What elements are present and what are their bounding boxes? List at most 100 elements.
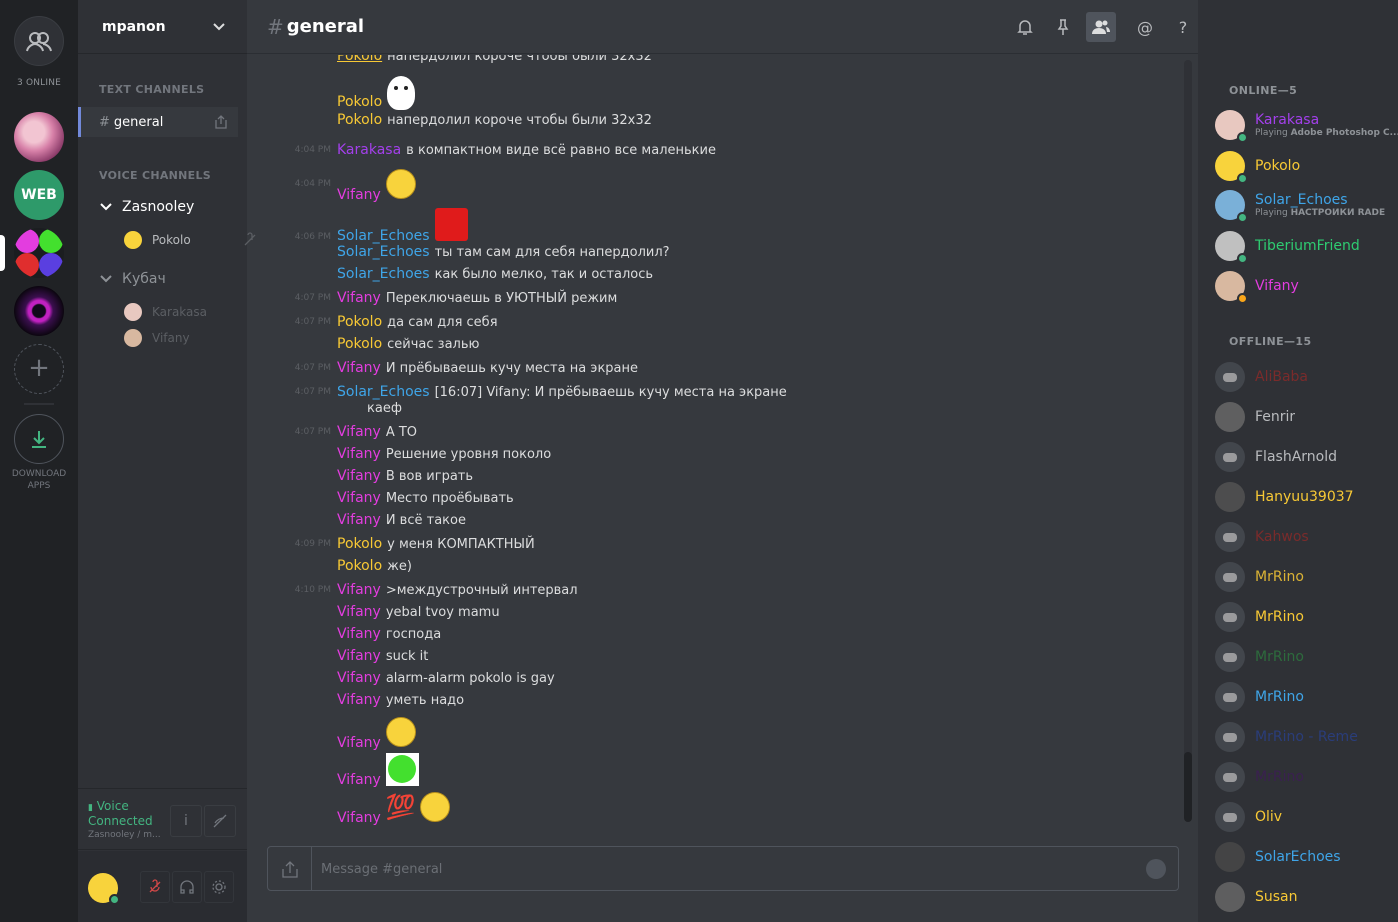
member-list-toggle[interactable] [1086, 12, 1116, 42]
message-author[interactable]: Vifany [337, 424, 381, 440]
message-author[interactable]: Vifany [337, 290, 381, 306]
deafen-button[interactable] [172, 871, 202, 903]
message-author[interactable]: Vifany [337, 648, 381, 664]
settings-button[interactable] [204, 871, 234, 903]
message-row[interactable]: 4:09 PM Pokolo у меня КОМПАКТНЫЙ [247, 536, 535, 552]
voice-channels-category[interactable]: VOICE CHANNELS [99, 169, 211, 182]
voice-user-karakasa[interactable]: Karakasa [124, 303, 207, 321]
message-row[interactable]: 4:06 PM Solar_Echoes [247, 206, 468, 244]
download-apps-button[interactable] [14, 414, 64, 464]
message-row[interactable]: Vifany [247, 715, 416, 751]
member-offline[interactable]: SolarEchoes [1215, 842, 1395, 872]
member-offline[interactable]: MrRino [1215, 682, 1395, 712]
message-row[interactable]: 4:10 PM Vifany >междустрочный интервал [247, 582, 578, 598]
add-server-button[interactable]: + [14, 344, 64, 394]
member-offline[interactable]: Fenrir [1215, 402, 1395, 432]
emoji-picker-icon[interactable] [1146, 859, 1166, 879]
member-offline[interactable]: FlashArnold [1215, 442, 1395, 472]
message-row[interactable]: 4:04 PM Vifany [247, 167, 416, 203]
message-author[interactable]: Pokolo [337, 558, 382, 574]
server-icon-smileys[interactable] [14, 228, 64, 278]
message-author[interactable]: Vifany [337, 468, 381, 484]
message-row[interactable]: Solar_Echoes ты там сам для себя напердо… [247, 244, 670, 260]
voice-channel-kubach[interactable]: Кубач [100, 271, 166, 287]
pinned-messages-button[interactable] [1048, 12, 1078, 42]
message-row[interactable]: Pokolo напердолил короче чтобы были 32x3… [247, 55, 652, 64]
message-author[interactable]: Solar_Echoes [337, 244, 430, 260]
member-offline[interactable]: Susan [1215, 882, 1395, 912]
message-row[interactable]: Vifany 💯 [247, 790, 450, 825]
message-row[interactable]: Vifany уметь надо [247, 692, 464, 708]
message-author[interactable]: Vifany [337, 582, 381, 598]
message-author[interactable]: Vifany [337, 360, 381, 376]
message-author[interactable]: Pokolo [337, 94, 382, 110]
member-offline[interactable]: MrRino [1215, 562, 1395, 592]
message-author[interactable]: Vifany [337, 670, 381, 686]
voice-user-pokolo[interactable]: Pokolo [124, 231, 256, 249]
guild-header[interactable]: mpanon [78, 0, 247, 54]
message-row[interactable]: Vifany В вов играть [247, 468, 473, 484]
text-channels-category[interactable]: TEXT CHANNELS [99, 83, 204, 96]
message-author[interactable]: Solar_Echoes [337, 228, 430, 244]
message-row[interactable]: Vifany alarm-alarm pokolo is gay [247, 670, 555, 686]
message-row[interactable]: 4:07 PM Vifany А ТО [247, 424, 417, 440]
message-row[interactable]: Vifany [247, 752, 419, 788]
message-row[interactable]: 4:07 PM Pokolo да сам для себя [247, 314, 498, 330]
message-row[interactable]: Vifany yebal tvoy mamu [247, 604, 500, 620]
message-author[interactable]: Vifany [337, 735, 381, 751]
message-author[interactable]: Pokolo [337, 536, 382, 552]
message-author[interactable]: Vifany [337, 512, 381, 528]
member-solar-echoes[interactable]: Solar_Echoes Playing НАСТРОЙКИ RADE [1215, 190, 1395, 223]
message-row[interactable]: Pokolo напердолил короче чтобы были 32x3… [247, 112, 652, 128]
message-author[interactable]: Solar_Echoes [337, 266, 430, 282]
message-row[interactable]: 4:07 PM Vifany И прёбываешь кучу места н… [247, 360, 638, 376]
message-author[interactable]: Pokolo [337, 314, 382, 330]
message-author[interactable]: Pokolo [337, 55, 382, 64]
scrollbar-track[interactable] [1184, 60, 1192, 820]
server-icon-web[interactable]: WEB [14, 170, 64, 220]
message-row[interactable]: Pokolo [247, 74, 416, 110]
message-author[interactable]: Vifany [337, 187, 381, 203]
member-offline[interactable]: MrRino [1215, 762, 1395, 792]
message-row[interactable]: Pokolo же) [247, 558, 412, 574]
upload-button[interactable] [268, 847, 312, 890]
message-row[interactable]: Solar_Echoes как было мелко, так и остал… [247, 266, 653, 282]
server-icon-vortex[interactable] [14, 286, 64, 336]
message-row[interactable]: Pokolo сейчас залью [247, 336, 479, 352]
invite-icon[interactable] [214, 115, 228, 129]
message-author[interactable]: Vifany [337, 692, 381, 708]
message-author[interactable]: Karakasa [337, 142, 401, 158]
member-offline[interactable]: Kahwos [1215, 522, 1395, 552]
member-vifany[interactable]: Vifany [1215, 271, 1395, 304]
message-row[interactable]: Vifany И всё такое [247, 512, 466, 528]
voice-channel-zasnooley[interactable]: Zasnooley [100, 199, 194, 215]
member-offline[interactable]: Oliv [1215, 802, 1395, 832]
message-author[interactable]: Vifany [337, 604, 381, 620]
message-author[interactable]: Vifany [337, 626, 381, 642]
member-karakasa[interactable]: Karakasa Playing Adobe Photoshop C... [1215, 110, 1398, 143]
member-tiberiumfriend[interactable]: TiberiumFriend [1215, 231, 1395, 264]
friends-home-button[interactable] [14, 16, 64, 66]
member-offline[interactable]: AliBaba [1215, 362, 1395, 392]
scrollbar-thumb[interactable] [1184, 752, 1192, 822]
message-row[interactable]: Vifany господа [247, 626, 441, 642]
member-offline[interactable]: MrRino [1215, 602, 1395, 632]
voice-user-vifany[interactable]: Vifany [124, 329, 190, 347]
server-icon-anime[interactable] [14, 112, 64, 162]
notifications-button[interactable] [1010, 12, 1040, 42]
message-row[interactable]: Vifany suck it [247, 648, 428, 664]
member-pokolo[interactable]: Pokolo [1215, 151, 1395, 184]
mentions-button[interactable]: @ [1130, 12, 1160, 42]
message-author[interactable]: Vifany [337, 490, 381, 506]
message-row[interactable]: Vifany Место проёбывать [247, 490, 514, 506]
disconnect-button[interactable] [204, 805, 236, 837]
avatar[interactable] [88, 873, 120, 905]
message-row[interactable]: 4:07 PM Solar_Echoes [16:07] Vifany: И п… [247, 384, 787, 400]
member-offline[interactable]: MrRino [1215, 642, 1395, 672]
message-row[interactable]: 4:04 PM Karakasa в компактном виде всё р… [247, 142, 716, 158]
message-row[interactable]: 4:07 PM Vifany Переключаешь в УЮТНЫЙ реж… [247, 290, 618, 306]
message-input[interactable] [321, 859, 1141, 879]
message-author[interactable]: Solar_Echoes [337, 384, 430, 400]
message-author[interactable]: Pokolo [337, 336, 382, 352]
member-offline[interactable]: Hanyuu39037 [1215, 482, 1395, 512]
